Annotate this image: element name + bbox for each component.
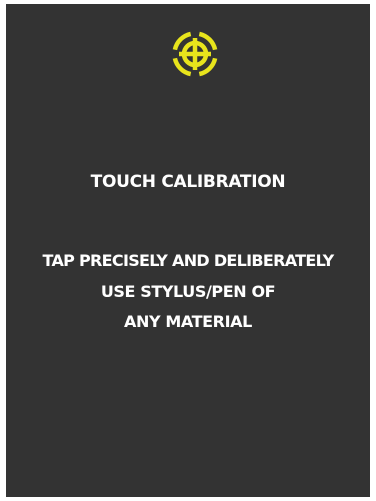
instruction-line-3: ANY MATERIAL (124, 312, 252, 331)
calibration-title: TOUCH CALIBRATION (90, 172, 286, 192)
crosshair-target-icon (172, 31, 218, 77)
instruction-line-1: TAP PRECISELY AND DELIBERATELY (42, 251, 334, 270)
calibration-target[interactable] (165, 24, 225, 84)
calibration-screen[interactable]: TOUCH CALIBRATION TAP PRECISELY AND DELI… (6, 4, 370, 497)
instruction-line-2: USE STYLUS/PEN OF (100, 282, 276, 301)
